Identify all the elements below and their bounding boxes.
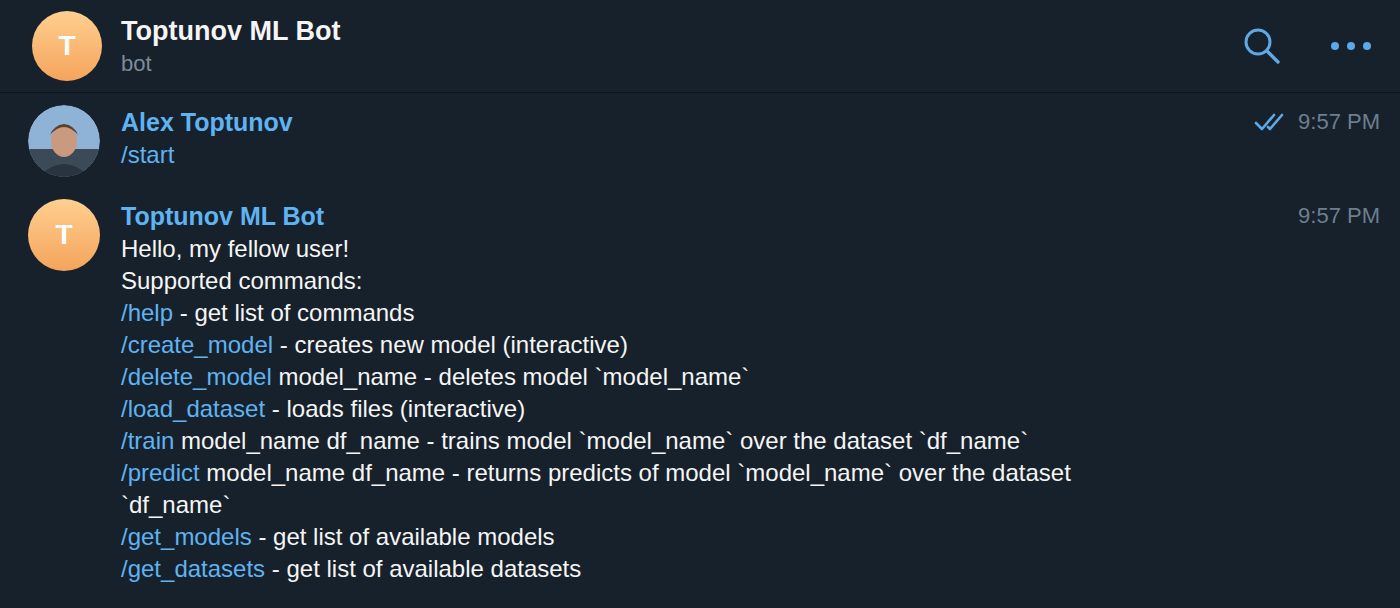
message-header: Toptunov ML Bot 9:57 PM [121,199,1380,233]
message-meta: 9:57 PM [1298,203,1380,229]
message: T Toptunov ML Bot 9:57 PM Hello, my fellow … [0,199,1400,585]
command-link[interactable]: /load_dataset [121,395,265,422]
message-time: 9:57 PM [1298,109,1380,135]
message-body: Toptunov ML Bot 9:57 PM Hello, my fellow u… [121,199,1380,585]
author-name[interactable]: Toptunov ML Bot [121,202,324,231]
message: Alex Toptunov 9:57 PM/start [0,105,1400,177]
command-link[interactable]: /train [121,427,174,454]
message-line: /get_datasets - get list of available da… [121,553,1380,585]
message-text: Supported commands: [121,267,362,294]
message-time: 9:57 PM [1298,203,1380,229]
more-icon[interactable] [1330,36,1372,56]
message-line: /get_models - get list of available mode… [121,521,1380,553]
header-actions [1242,26,1372,66]
command-link[interactable]: /delete_model [121,363,272,390]
command-link[interactable]: /predict [121,459,200,486]
user-avatar[interactable] [28,105,100,177]
message-body: Alex Toptunov 9:57 PM/start [121,105,1380,177]
message-line: /load_dataset - loads files (interactive… [121,393,1380,425]
chat-subtitle: bot [121,51,1242,77]
message-meta: 9:57 PM [1254,109,1380,135]
chat-title: Toptunov ML Bot [121,16,1242,47]
message-line: /create_model - creates new model (inter… [121,329,1380,361]
message-line: Supported commands: [121,265,1380,297]
message-line: /start [121,139,1380,171]
message-line: /help - get list of commands [121,297,1380,329]
command-link[interactable]: /start [121,141,174,168]
message-text: model_name - deletes model `model_name` [272,363,750,390]
chat-header: T Toptunov ML Bot bot [0,0,1400,93]
message-line: /train model_name df_name - trains model… [121,425,1380,457]
message-text: - get list of available models [252,523,555,550]
message-text: model_name df_name - returns predicts of… [200,459,1071,486]
command-link[interactable]: /get_models [121,523,252,550]
message-text: - creates new model (interactive) [273,331,628,358]
message-line: Hello, my fellow user! [121,233,1380,265]
message-text: - get list of commands [173,299,414,326]
message-text: model_name df_name - trains model `model… [174,427,1028,454]
read-check-icon [1254,111,1284,133]
command-link[interactable]: /create_model [121,331,273,358]
search-icon[interactable] [1242,26,1282,66]
message-text: - loads files (interactive) [265,395,525,422]
bot-avatar[interactable]: T [28,199,100,271]
command-link[interactable]: /help [121,299,173,326]
author-name[interactable]: Alex Toptunov [121,108,293,137]
message-line: /delete_model model_name - deletes model… [121,361,1380,393]
message-text: Hello, my fellow user! [121,235,349,262]
command-link[interactable]: /get_datasets [121,555,265,582]
message-text: `df_name` [121,491,230,518]
chat-info[interactable]: Toptunov ML Bot bot [121,16,1242,77]
message-list: Alex Toptunov 9:57 PM/start T Toptunov ML B… [0,93,1400,585]
bot-avatar[interactable]: T [32,11,102,81]
message-line: `df_name` [121,489,1380,521]
message-text: - get list of available datasets [265,555,581,582]
message-line: /predict model_name df_name - returns pr… [121,457,1380,489]
message-header: Alex Toptunov 9:57 PM [121,105,1380,139]
